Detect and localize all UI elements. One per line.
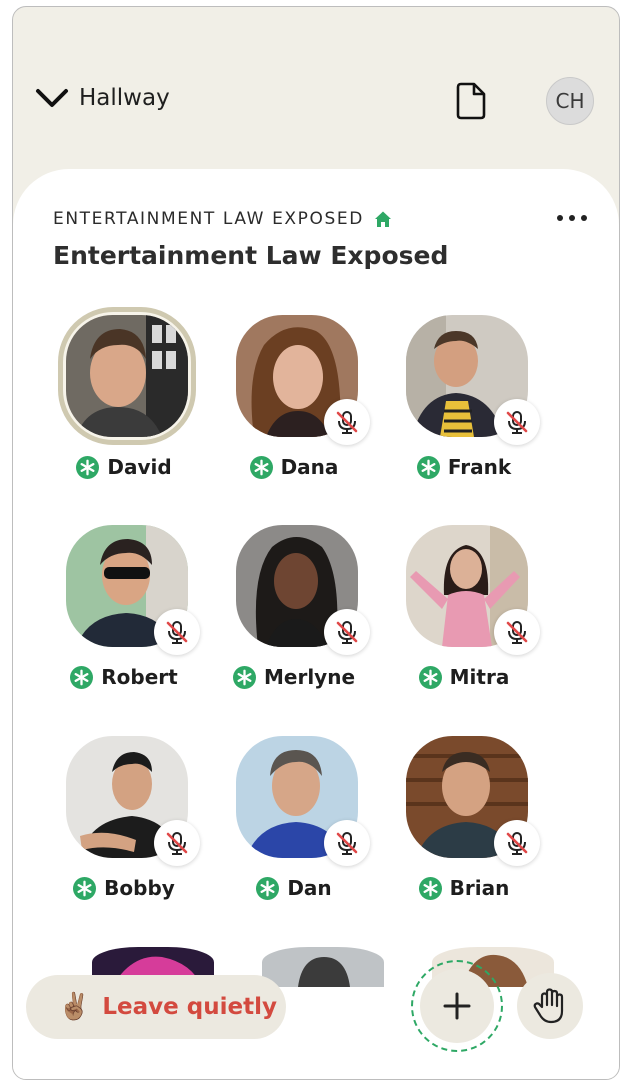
moderator-badge-icon [73, 876, 97, 900]
plus-icon [443, 992, 471, 1020]
speaker-name: Robert [101, 665, 178, 689]
user-avatar[interactable]: CH [546, 77, 594, 125]
speaker-name: Mitra [449, 665, 510, 689]
speaker-name-row: Dan [209, 876, 379, 900]
speaker-name-row: Brian [379, 876, 549, 900]
mic-off-icon [336, 411, 358, 434]
house-icon [374, 211, 391, 227]
speaker-tile[interactable]: Bobby [39, 736, 209, 926]
speaker-name: Dana [280, 455, 339, 479]
speaker-name-row: Bobby [39, 876, 209, 900]
room-panel: ENTERTAINMENT LAW EXPOSED Entertainment … [13, 169, 619, 1079]
add-button[interactable] [411, 960, 503, 1052]
speaker-name: Merlyne [263, 665, 356, 689]
mic-off-icon [166, 832, 188, 855]
add-button-inner [420, 969, 494, 1043]
speaker-tile[interactable]: Robert [39, 525, 209, 715]
speaker-name-row: Frank [379, 455, 549, 479]
speaker-tile[interactable]: Dana [209, 315, 379, 505]
moderator-badge-icon [232, 665, 256, 689]
speaker-name: Brian [449, 876, 510, 900]
mic-off-icon [166, 621, 188, 644]
moderator-badge-icon [70, 665, 94, 689]
speaker-name-row: Dana [209, 455, 379, 479]
document-icon[interactable] [455, 81, 487, 121]
muted-mic-badge [494, 609, 540, 655]
speaker-name: Dan [287, 876, 332, 900]
mic-off-icon [506, 411, 528, 434]
speaker-name: David [107, 455, 172, 479]
avatar-partial[interactable] [262, 947, 384, 987]
room-title: Entertainment Law Exposed [53, 241, 449, 270]
speaker-tile[interactable]: Dan [209, 736, 379, 926]
raised-hand-icon [533, 988, 564, 1024]
leave-quietly-label: Leave quietly [102, 994, 277, 1020]
peace-hand-icon: ✌🏽 [58, 992, 91, 1022]
muted-mic-badge [494, 399, 540, 445]
muted-mic-badge [154, 820, 200, 866]
speaker-tile[interactable]: Brian [379, 736, 549, 926]
muted-mic-badge [324, 820, 370, 866]
muted-mic-badge [154, 609, 200, 655]
mic-off-icon [506, 832, 528, 855]
mic-off-icon [336, 832, 358, 855]
moderator-badge-icon [76, 455, 100, 479]
speaker-name: Frank [447, 455, 512, 479]
moderator-badge-icon [418, 665, 442, 689]
hallway-label: Hallway [79, 85, 170, 111]
speaker-tile[interactable]: Merlyne [209, 525, 379, 715]
mic-off-icon [336, 621, 358, 644]
moderator-badge-icon [249, 455, 273, 479]
speaker-tile[interactable]: Frank [379, 315, 549, 505]
speaker-name-row: Merlyne [209, 665, 379, 689]
club-name: ENTERTAINMENT LAW EXPOSED [53, 209, 364, 229]
speaker-tile[interactable]: Mitra [379, 525, 549, 715]
hallway-button[interactable]: Hallway [35, 85, 170, 111]
speaker-name-row: Mitra [379, 665, 549, 689]
more-horizontal-icon[interactable] [555, 211, 589, 225]
club-row[interactable]: ENTERTAINMENT LAW EXPOSED [53, 209, 392, 229]
raise-hand-button[interactable] [517, 973, 583, 1039]
avatar [66, 315, 188, 437]
muted-mic-badge [494, 820, 540, 866]
muted-mic-badge [324, 399, 370, 445]
speaker-tile[interactable]: David [39, 307, 209, 505]
moderator-badge-icon [256, 876, 280, 900]
mic-off-icon [506, 621, 528, 644]
speaker-name-row: Robert [39, 665, 209, 689]
top-bar: Hallway CH [13, 7, 619, 172]
moderator-badge-icon [416, 455, 440, 479]
app-frame: Hallway CH ENTERTAINMENT LAW EXPOSED Ent… [12, 6, 620, 1080]
speaker-name-row: David [39, 455, 209, 479]
moderator-badge-icon [418, 876, 442, 900]
leave-quietly-button[interactable]: ✌🏽 Leave quietly [26, 975, 286, 1039]
chevron-down-icon [36, 89, 68, 107]
speaker-name: Bobby [104, 876, 175, 900]
muted-mic-badge [324, 609, 370, 655]
